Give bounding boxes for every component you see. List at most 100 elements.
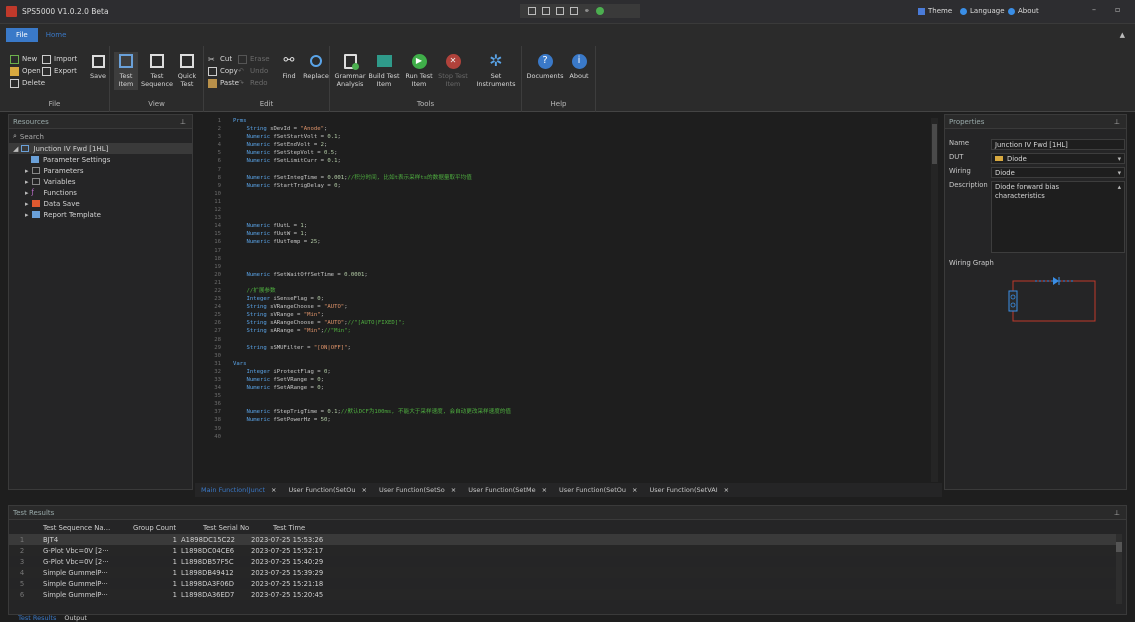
- code-line[interactable]: [233, 400, 923, 408]
- table-row[interactable]: 3 G-Plot Vbc=0V [2··· 1 L1898DB57F5C 2023-07…: [9, 556, 1119, 567]
- item-icon[interactable]: [542, 7, 550, 15]
- minimize-button[interactable]: –: [1092, 5, 1096, 14]
- code-line[interactable]: [233, 336, 923, 344]
- code-line[interactable]: String sARangeChoose = "AUTO";//"[AUTO|F…: [233, 319, 923, 327]
- code-line[interactable]: Numeric fSetWaitOffSetTime = 0.0001;: [233, 271, 923, 279]
- function-tab[interactable]: User Function(SetSo ×: [373, 483, 462, 497]
- code-line[interactable]: Numeric fUutW = 1;: [233, 230, 923, 238]
- scroll-up-icon[interactable]: ▴: [1118, 183, 1121, 192]
- quick-test-button[interactable]: Quick Test: [174, 52, 200, 88]
- grid-icon[interactable]: [556, 7, 564, 15]
- code-line[interactable]: [233, 392, 923, 400]
- set-instruments-button[interactable]: ✲ Set Instruments: [476, 52, 516, 89]
- tab-test-results[interactable]: Test Results: [18, 614, 56, 622]
- code-line[interactable]: Integer iProtectFlag = 0;: [233, 368, 923, 376]
- delete-button[interactable]: Delete: [10, 78, 45, 88]
- code-line[interactable]: Prms: [233, 117, 923, 125]
- erase-button[interactable]: Erase: [238, 54, 270, 64]
- table-row[interactable]: 2 G-Plot Vbc=0V [2··· 1 L1898DC04CE6 2023-07…: [9, 545, 1119, 556]
- close-icon[interactable]: ×: [451, 486, 456, 494]
- theme-button[interactable]: Theme: [918, 7, 952, 15]
- grammar-analysis-button[interactable]: Grammar Analysis: [334, 52, 366, 88]
- code-line[interactable]: Numeric fSetEndVolt = 2;: [233, 141, 923, 149]
- code-line[interactable]: [233, 198, 923, 206]
- copy-button[interactable]: Copy: [208, 66, 238, 76]
- editor-vertical-scrollbar[interactable]: [931, 118, 938, 482]
- pin-icon[interactable]: ⊥: [1114, 118, 1120, 126]
- menu-file[interactable]: File: [6, 28, 38, 42]
- code-editor[interactable]: 1 2 3 4 5 6 7 8 9 10 11 12 13 14 15 16 17 18 19 20 21 22 23 24 2…: [195, 114, 942, 490]
- test-sequence-button[interactable]: Test Sequence: [141, 52, 173, 88]
- stop-test-item-button[interactable]: ✕ Stop Test Item: [438, 52, 468, 88]
- code-line[interactable]: Vars: [233, 360, 923, 368]
- function-tab[interactable]: User Function(SetMe ×: [462, 483, 553, 497]
- close-icon[interactable]: ×: [542, 486, 547, 494]
- documents-button[interactable]: ? Documents: [526, 52, 564, 80]
- dut-select[interactable]: Diode ▾: [991, 153, 1125, 164]
- tree-item-data-save[interactable]: ▸ Data Save: [9, 198, 192, 209]
- sequence-icon[interactable]: [528, 7, 536, 15]
- code-line[interactable]: Numeric fStepTrigTime = 0.1;//默认DCF为100m…: [233, 408, 923, 416]
- wiring-select[interactable]: Diode ▾: [991, 167, 1125, 178]
- function-tab[interactable]: User Function(SetOu ×: [553, 483, 643, 497]
- code-line[interactable]: [233, 352, 923, 360]
- function-tab[interactable]: Main Function(Junct ×: [195, 483, 283, 497]
- pin-icon[interactable]: ⊥: [1114, 509, 1120, 517]
- code-line[interactable]: Numeric fSetPowerHz = 50;: [233, 416, 923, 424]
- close-icon[interactable]: ×: [632, 486, 637, 494]
- code-line[interactable]: Numeric fSetLimitCurr = 0.1;: [233, 157, 923, 165]
- table-row[interactable]: 4 Simple GummelP··· 1 L1898DB49412 2023-07-2…: [9, 567, 1119, 578]
- code-line[interactable]: [233, 166, 923, 174]
- code-line[interactable]: Integer iSenseFlag = 0;: [233, 295, 923, 303]
- property-name-field[interactable]: Junction IV Fwd [1HL]: [991, 139, 1125, 150]
- cut-button[interactable]: ✂ Cut: [208, 54, 232, 64]
- tree-item-report-template[interactable]: ▸ Report Template: [9, 209, 192, 220]
- code-line[interactable]: String sVRangeChoose = "AUTO";: [233, 303, 923, 311]
- code-line[interactable]: [233, 206, 923, 214]
- tree-item-functions[interactable]: ▸ ƒ Functions: [9, 187, 192, 198]
- column-test-serial[interactable]: Test Serial No: [193, 524, 273, 532]
- table-row[interactable]: 1 BJT4 1 A1898DC15C22 2023-07-25 15:53:26: [9, 534, 1119, 545]
- table-row[interactable]: 5 Simple GummelP··· 1 L1898DA3F06D 2023-07-2…: [9, 578, 1119, 589]
- column-test-time[interactable]: Test Time: [273, 524, 373, 532]
- results-scrollbar[interactable]: [1116, 534, 1122, 604]
- connect-icon[interactable]: ⚭: [584, 7, 590, 15]
- close-icon[interactable]: ×: [271, 486, 276, 494]
- column-group-count[interactable]: Group Count: [133, 524, 193, 532]
- tree-root-item[interactable]: ◢ Junction IV Fwd [1HL]: [9, 143, 192, 154]
- run-test-item-button[interactable]: ▶ Run Test Item: [404, 52, 434, 88]
- export-button[interactable]: Export: [42, 66, 77, 76]
- code-line[interactable]: Numeric fSetStepVolt = 0.5;: [233, 149, 923, 157]
- ribbon-collapse-icon[interactable]: ▲: [1120, 31, 1125, 39]
- scrollbar-thumb[interactable]: [932, 124, 937, 164]
- tab-output[interactable]: Output: [64, 614, 87, 622]
- maximize-button[interactable]: ▫: [1115, 5, 1120, 14]
- code-line[interactable]: Numeric fSetIntegTime = 0.001;//积分时间, 比如…: [233, 174, 923, 182]
- column-test-sequence[interactable]: Test Sequence Na…: [35, 524, 133, 532]
- description-field[interactable]: Diode forward bias characteristics ▴: [991, 181, 1125, 253]
- new-button[interactable]: New: [10, 54, 37, 64]
- find-button[interactable]: ⚯ Find: [278, 52, 300, 80]
- function-tab[interactable]: User Function(SetOu ×: [283, 483, 373, 497]
- language-button[interactable]: Language: [960, 7, 1005, 15]
- code-line[interactable]: [233, 425, 923, 433]
- test-item-button[interactable]: Test Item: [114, 52, 138, 90]
- code-line[interactable]: String sVRange = "Min";: [233, 311, 923, 319]
- resource-search[interactable]: ⌕ Search: [9, 131, 192, 142]
- code-line[interactable]: [233, 433, 923, 441]
- scrollbar-thumb[interactable]: [1116, 542, 1122, 552]
- build-test-item-button[interactable]: Build Test Item: [368, 52, 400, 88]
- tree-item-variables[interactable]: ▸ Variables: [9, 176, 192, 187]
- import-button[interactable]: Import: [42, 54, 77, 64]
- code-line[interactable]: String sSMUFilter = "[ON|OFF]";: [233, 344, 923, 352]
- close-icon[interactable]: ×: [724, 486, 729, 494]
- code-line[interactable]: Numeric fSetARange = 0;: [233, 384, 923, 392]
- code-line[interactable]: Numeric fStartTrigDelay = 0;: [233, 182, 923, 190]
- code-line[interactable]: [233, 279, 923, 287]
- table-row[interactable]: 6 Simple GummelP··· 1 L1898DA36ED7 2023-07-2…: [9, 589, 1119, 600]
- code-line[interactable]: //扩展参数: [233, 287, 923, 295]
- code-line[interactable]: [233, 263, 923, 271]
- menu-home[interactable]: Home: [46, 31, 67, 39]
- code-line[interactable]: Numeric fUutTemp = 25;: [233, 238, 923, 246]
- save-button[interactable]: Save: [88, 52, 108, 80]
